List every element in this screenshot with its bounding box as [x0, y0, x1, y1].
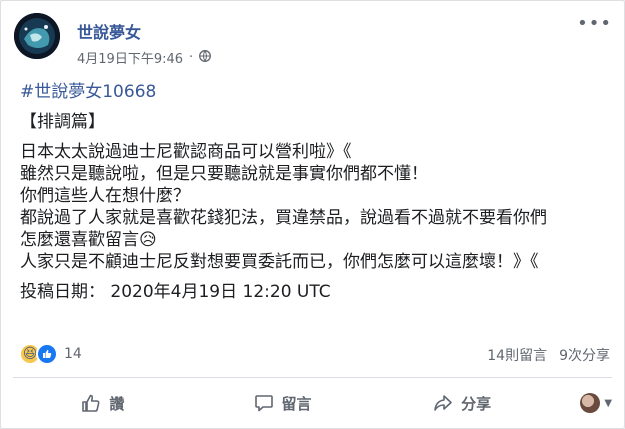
- engagement-stats: 14則留言 9次分享: [487, 345, 610, 365]
- post-line: 怎麼還喜歡留言😥: [20, 230, 157, 250]
- post-line: 【排調篇】: [20, 112, 105, 132]
- speech-bubble-icon: [254, 393, 274, 413]
- comment-count-link[interactable]: 14則留言: [487, 345, 547, 365]
- page-name-link[interactable]: 世說夢女: [77, 19, 141, 43]
- hashtag-link[interactable]: #世說夢女10668: [20, 81, 620, 103]
- reaction-summary[interactable]: 😆 14: [19, 343, 82, 365]
- like-button[interactable]: 讚: [13, 385, 193, 421]
- submission-date: 投稿日期： 2020年4月19日 12:20 UTC: [20, 282, 331, 302]
- share-label: 分享: [461, 394, 492, 413]
- post-meta: 4月19日下午9:46 ·: [77, 48, 212, 67]
- comment-label: 留言: [281, 394, 312, 413]
- post-timestamp[interactable]: 4月19日下午9:46: [77, 48, 183, 67]
- comment-button[interactable]: 留言: [193, 385, 373, 421]
- post-line: 你們這些人在想什麼？: [20, 186, 190, 206]
- post-line: 日本太太說過迪士尼歡認商品可以營利啦》《: [20, 142, 352, 162]
- share-button[interactable]: 分享: [372, 385, 552, 421]
- share-arrow-icon: [433, 393, 453, 413]
- share-count-link[interactable]: 9次分享: [559, 345, 610, 365]
- thumbs-up-icon: [81, 393, 101, 413]
- more-options-icon[interactable]: •••: [577, 15, 612, 33]
- meta-separator: ·: [189, 50, 194, 65]
- post-as-selector[interactable]: ▼: [552, 393, 612, 413]
- reaction-count: 14: [64, 346, 82, 362]
- action-bar: 讚 留言 分享 ▼: [13, 381, 612, 425]
- post-line: 雖然只是聽說啦，但是只要聽說就是事實你們都不懂！: [20, 164, 428, 184]
- like-reaction-icon: [36, 343, 58, 365]
- post-line: 都說過了人家就是喜歡花錢犯法，買違禁品，說過看不過就不要看你們: [20, 208, 547, 228]
- divider: [13, 377, 612, 378]
- page-avatar[interactable]: [14, 13, 60, 59]
- like-label: 讚: [109, 394, 125, 413]
- post-line: 人家只是不顧迪士尼反對想要買委託而已，你們怎麼可以這麼壞！》《: [20, 252, 539, 272]
- post-body: #世說夢女10668 【排調篇】 日本太太說過迪士尼歡認商品可以營利啦》《 雖然…: [20, 81, 620, 303]
- user-avatar: [580, 393, 601, 413]
- globe-icon: [199, 49, 212, 66]
- post-card: 世說夢女 4月19日下午9:46 · ••• #世說夢女10668 【排調篇】 …: [0, 0, 625, 429]
- caret-down-icon: ▼: [604, 397, 613, 409]
